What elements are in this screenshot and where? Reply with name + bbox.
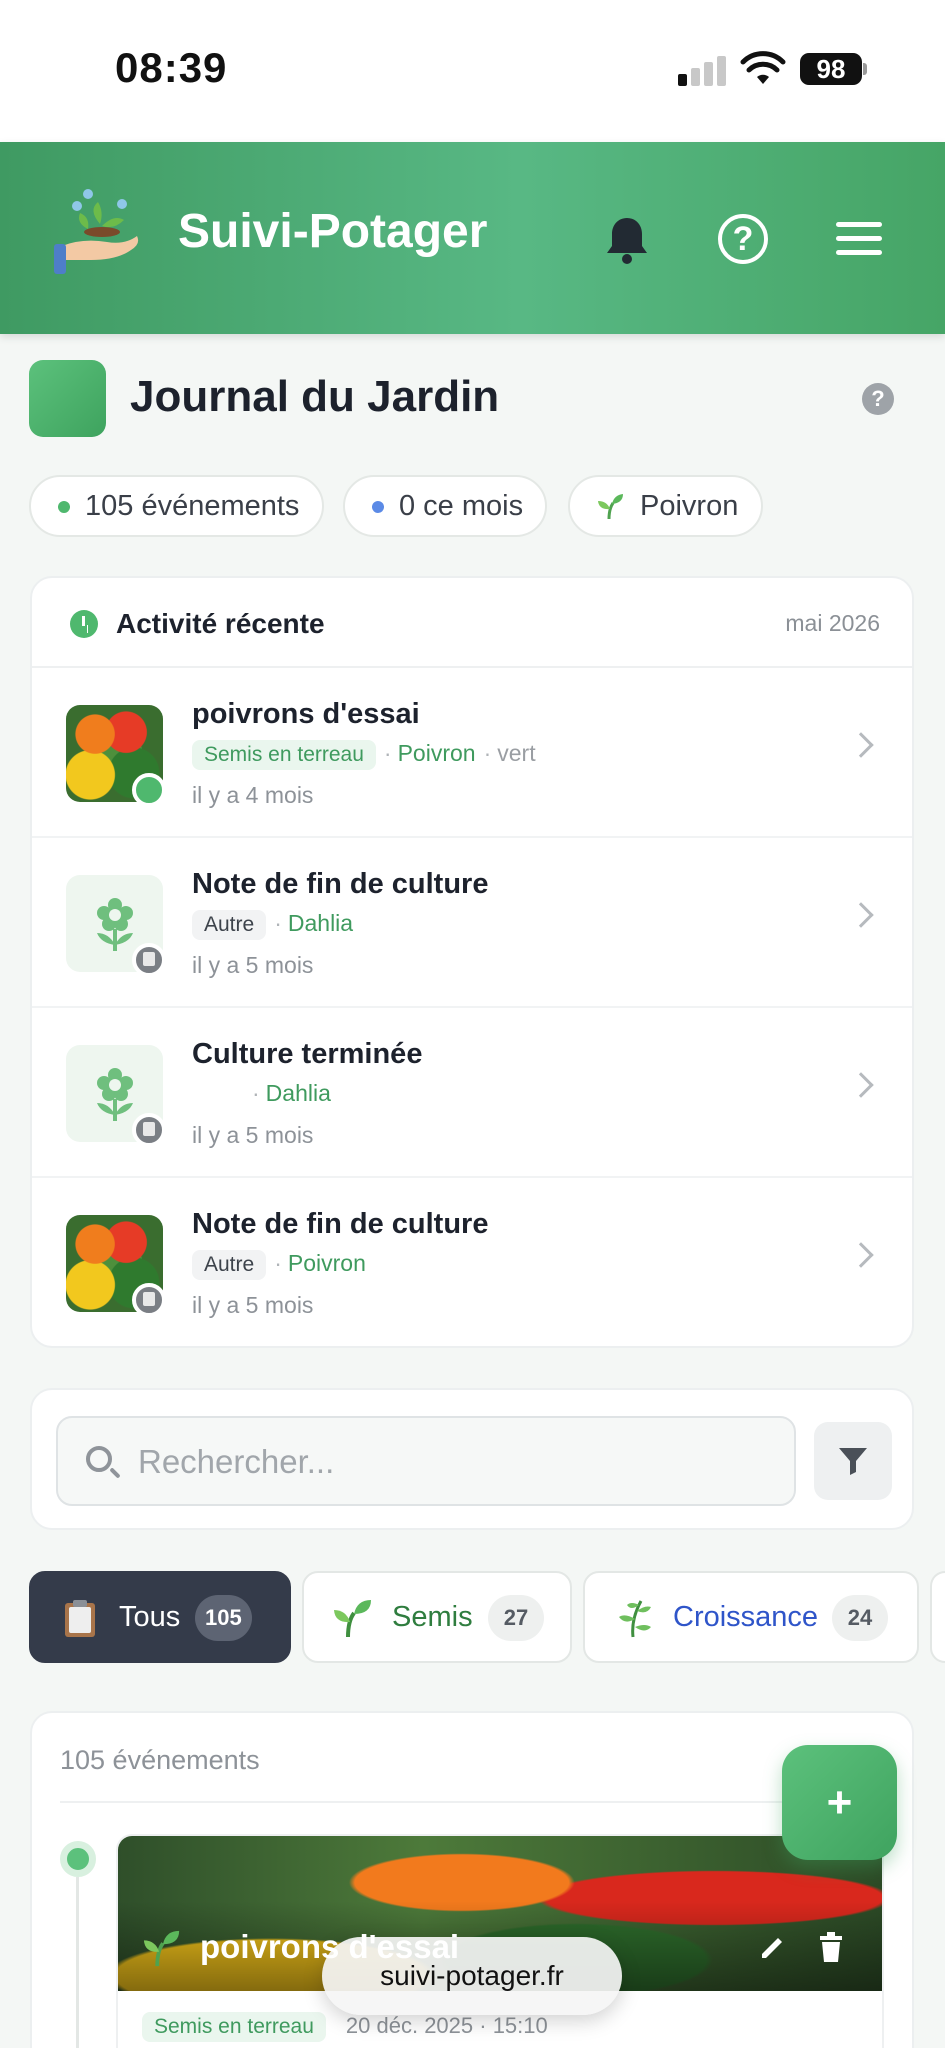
timeline-dot (60, 1841, 96, 1877)
event-type-tag: Semis en terreau (192, 740, 376, 770)
recent-item-time: il y a 5 mois (192, 1292, 314, 1318)
recent-activity-date: mai 2026 (785, 610, 880, 636)
journal-icon (29, 360, 106, 437)
chip-label: Poivron (640, 490, 739, 522)
app-title: Suivi-Potager (178, 205, 488, 258)
clipboard-icon (132, 1113, 166, 1147)
recent-item[interactable]: poivrons d'essai Semis en terreau · Poivro… (32, 668, 912, 838)
recent-item-meta: Autre · Poivron (192, 1250, 374, 1282)
plant-name: Poivron (397, 740, 476, 766)
search-box[interactable] (56, 1416, 796, 1506)
plant-name: Poivron (287, 1250, 366, 1276)
chip-plant[interactable]: Poivron (568, 475, 763, 537)
tab-label: Croissance (673, 1601, 819, 1633)
tab-more[interactable] (930, 1571, 945, 1663)
sprout-icon (334, 1600, 371, 1638)
chevron-right-icon (848, 1072, 874, 1098)
event-date: 20 déc. 2025 · 15:10 (345, 2013, 548, 2038)
recent-item-title: poivrons d'essai (192, 698, 420, 730)
recent-item-meta: Autre · Dahlia (192, 910, 361, 942)
recent-item-title: Culture terminée (192, 1038, 423, 1070)
page-title: Journal du Jardin (130, 372, 500, 421)
event-type-tag: Autre (192, 910, 267, 940)
chevron-right-icon (848, 732, 874, 758)
flower-icon (97, 898, 133, 951)
tab-label: Tous (119, 1601, 181, 1633)
recent-activity-title: Activité récente (116, 608, 325, 639)
filter-button[interactable] (814, 1422, 892, 1500)
trash-icon[interactable] (816, 1930, 846, 1964)
app-header: Suivi-Potager ? (0, 142, 945, 334)
clipboard-icon (132, 1283, 166, 1317)
recent-item-time: il y a 5 mois (192, 952, 314, 978)
clock-icon (70, 610, 98, 638)
search-input[interactable] (138, 1438, 738, 1486)
events-count: 105 événements (60, 1745, 260, 1775)
chip-label: 0 ce mois (399, 490, 524, 522)
timeline-line (76, 1877, 79, 2048)
recent-item-meta: · Dahlia (252, 1080, 331, 1106)
help-icon[interactable]: ? (718, 214, 768, 264)
event-meta: Semis en terreau 20 déc. 2025 · 15:10 (142, 2012, 548, 2042)
recent-item-title: Note de fin de culture (192, 868, 489, 900)
tab-croissance[interactable]: Croissance 24 (583, 1571, 919, 1663)
menu-icon[interactable] (836, 222, 882, 256)
clipboard-icon (132, 943, 166, 977)
blue-dot-icon (372, 501, 384, 513)
search-card (30, 1388, 914, 1530)
search-icon (86, 1446, 112, 1472)
chip-this-month: 0 ce mois (343, 475, 547, 537)
recent-item-time: il y a 5 mois (192, 1122, 314, 1148)
tab-count: 27 (488, 1595, 544, 1641)
green-dot-icon (58, 501, 70, 513)
recent-activity-header: Activité récente mai 2026 (32, 578, 912, 668)
journal-help-icon[interactable]: ? (862, 383, 894, 415)
tab-all[interactable]: Tous 105 (29, 1571, 291, 1663)
divider (60, 1801, 820, 1803)
status-time: 08:39 (115, 44, 228, 91)
chevron-right-icon (848, 902, 874, 928)
chevron-right-icon (848, 1242, 874, 1268)
recent-item-time: il y a 4 mois (192, 782, 314, 808)
tab-semis[interactable]: Semis 27 (302, 1571, 572, 1663)
add-event-button[interactable]: + (782, 1745, 897, 1860)
funnel-icon (839, 1448, 867, 1475)
chip-label: 105 événements (85, 490, 300, 522)
event-title: poivrons d'essai (200, 1928, 460, 1965)
variety-name: vert (497, 740, 536, 766)
recent-item[interactable]: Culture terminée · Dahlia il y a 5 mois (32, 1008, 912, 1178)
bell-icon[interactable] (600, 212, 654, 266)
herb-icon (619, 1600, 651, 1638)
recent-item-title: Note de fin de culture (192, 1208, 489, 1240)
flower-icon (97, 1068, 133, 1121)
plant-name: Dahlia (287, 910, 354, 936)
tab-count: 105 (195, 1595, 252, 1641)
recent-item-meta: Semis en terreau · Poivron · vert (192, 740, 536, 772)
wifi-icon (740, 51, 786, 84)
battery-tip (863, 63, 867, 75)
status-bar: 08:39 98 (0, 0, 945, 142)
clipboard-icon (65, 1600, 95, 1637)
signal-icon (678, 56, 728, 86)
recent-item[interactable]: Note de fin de culture Autre · Poivron il … (32, 1178, 912, 1346)
app-logo-icon (54, 189, 139, 274)
sprout-icon (143, 1930, 180, 1967)
plant-name: Dahlia (265, 1080, 331, 1106)
recent-activity-card: Activité récente mai 2026 poivrons d'ess… (30, 576, 914, 1348)
event-type-tag: Autre (192, 1250, 267, 1280)
sprout-icon (598, 494, 623, 520)
tab-count: 24 (832, 1595, 888, 1641)
chip-events-total: 105 événements (29, 475, 324, 537)
status-dot-icon (132, 773, 166, 807)
event-type-tag: Semis en terreau (142, 2012, 326, 2042)
tab-label: Semis (392, 1601, 473, 1633)
pencil-icon[interactable] (758, 1932, 788, 1962)
battery-indicator: 98 (800, 53, 862, 85)
recent-item[interactable]: Note de fin de culture Autre · Dahlia il y… (32, 838, 912, 1008)
